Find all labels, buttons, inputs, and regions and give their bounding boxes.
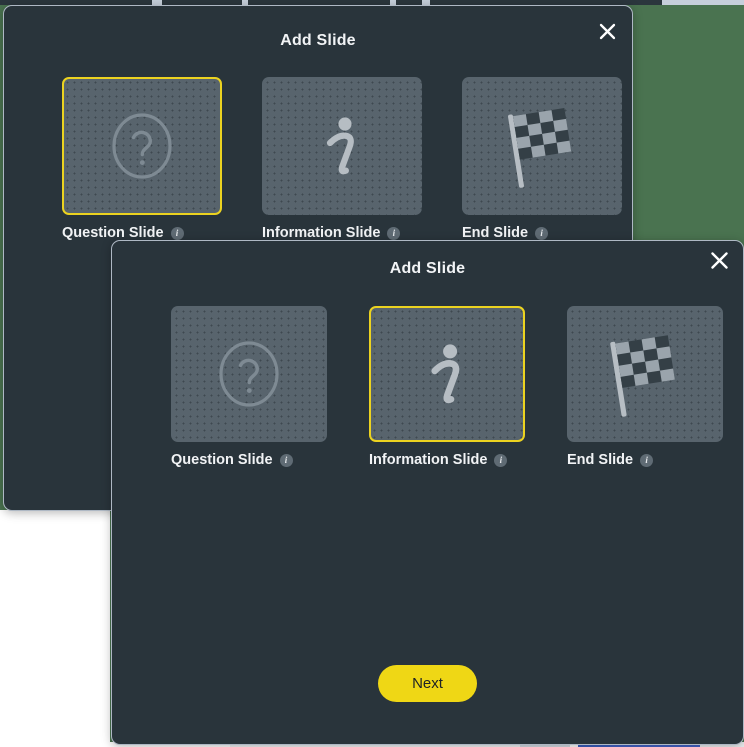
option-label: Information Slide <box>262 225 381 241</box>
option-label-row: End Slide i <box>567 452 654 468</box>
slide-type-option-information-slide[interactable]: Information Slide i <box>369 306 525 468</box>
slide-type-option-question-slide[interactable]: Question Slide i <box>171 306 327 468</box>
option-label-row: Question Slide i <box>62 225 184 241</box>
page-background-left <box>0 510 110 747</box>
information-slide-tile[interactable] <box>262 77 422 215</box>
top-strip-chip <box>662 0 744 5</box>
slide-type-option-end-slide[interactable]: End Slide i <box>462 77 622 241</box>
option-label: Question Slide <box>62 225 164 241</box>
info-icon[interactable]: i <box>279 453 293 467</box>
question-slide-tile[interactable] <box>171 306 327 442</box>
option-label-row: Information Slide i <box>262 225 401 241</box>
option-label: Information Slide <box>369 452 488 468</box>
checkered-flag-icon <box>610 335 675 417</box>
question-mark-circle-icon <box>112 113 172 179</box>
dialog-title: Add Slide <box>389 260 466 277</box>
end-slide-tile[interactable] <box>462 77 622 215</box>
checkered-flag-icon <box>508 108 572 188</box>
information-slide-tile[interactable] <box>369 306 525 442</box>
slide-type-options: Question Slide i Information Slide i End… <box>62 77 622 241</box>
option-label: End Slide <box>567 452 634 468</box>
option-label-row: Information Slide i <box>369 452 508 468</box>
slide-type-options: Question Slide i Information Slide i End… <box>171 306 723 468</box>
question-slide-tile[interactable] <box>62 77 222 215</box>
question-mark-circle-icon <box>219 341 279 407</box>
info-icon[interactable]: i <box>535 226 549 240</box>
info-icon[interactable]: i <box>640 453 654 467</box>
option-label-row: End Slide i <box>462 225 549 241</box>
dialog-title: Add Slide <box>280 32 356 49</box>
close-icon[interactable] <box>594 18 620 44</box>
info-icon[interactable]: i <box>387 226 401 240</box>
information-i-icon <box>326 117 354 175</box>
option-label: End Slide <box>462 225 529 241</box>
information-i-icon <box>431 344 460 404</box>
close-icon[interactable] <box>706 247 732 273</box>
slide-type-option-question-slide[interactable]: Question Slide i <box>62 77 222 241</box>
screen: Add Slide Question Slide i Information S… <box>0 0 744 747</box>
slide-type-option-information-slide[interactable]: Information Slide i <box>262 77 422 241</box>
info-icon[interactable]: i <box>494 453 508 467</box>
next-button[interactable]: Next <box>378 665 477 702</box>
option-label: Question Slide <box>171 452 273 468</box>
option-label-row: Question Slide i <box>171 452 293 468</box>
info-icon[interactable]: i <box>170 226 184 240</box>
end-slide-tile[interactable] <box>567 306 723 442</box>
slide-type-option-end-slide[interactable]: End Slide i <box>567 306 723 468</box>
